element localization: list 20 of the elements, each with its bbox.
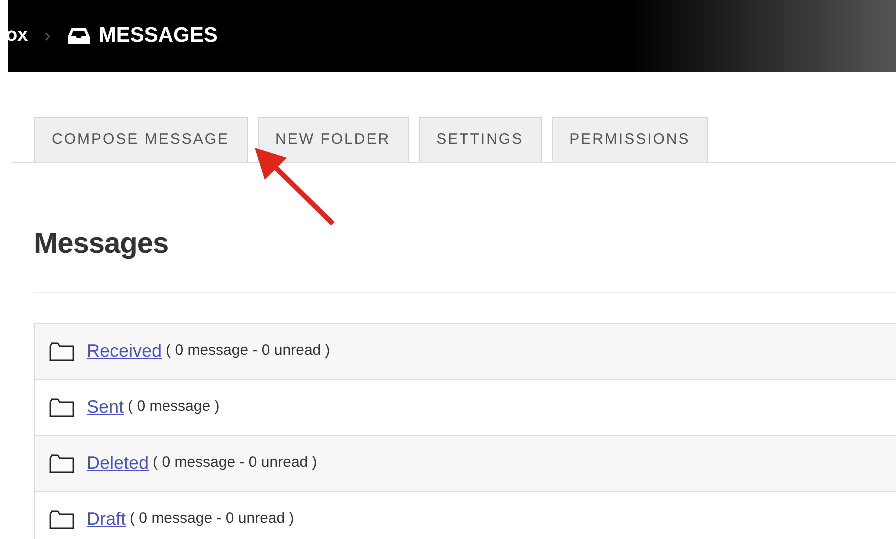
folder-icon xyxy=(49,454,75,474)
folder-link[interactable]: Deleted xyxy=(83,450,150,477)
folder-count: ( 0 message ) xyxy=(128,397,220,418)
folder-count: ( 0 message - 0 unread ) xyxy=(153,453,318,474)
tab[interactable]: PERMISSIONS xyxy=(552,117,708,162)
folder-icon xyxy=(49,342,75,362)
breadcrumb-separator: › xyxy=(44,24,51,49)
folder-icon xyxy=(49,398,75,418)
folder-link[interactable]: Received xyxy=(83,338,162,365)
folder-link[interactable]: Sent xyxy=(83,394,124,421)
tab[interactable]: NEW FOLDER xyxy=(258,117,409,162)
tab[interactable]: SETTINGS xyxy=(418,117,542,162)
tab[interactable]: COMPOSE MESSAGE xyxy=(34,117,248,162)
inbox-icon xyxy=(66,26,91,46)
folder-icon xyxy=(49,510,75,530)
folder-count: ( 0 message - 0 unread ) xyxy=(166,341,330,362)
folder-link[interactable]: Draft xyxy=(83,506,126,533)
section-heading: Messages xyxy=(34,227,169,262)
folder-count: ( 0 message - 0 unread ) xyxy=(130,509,294,530)
page-title: MESSAGES xyxy=(98,23,218,50)
